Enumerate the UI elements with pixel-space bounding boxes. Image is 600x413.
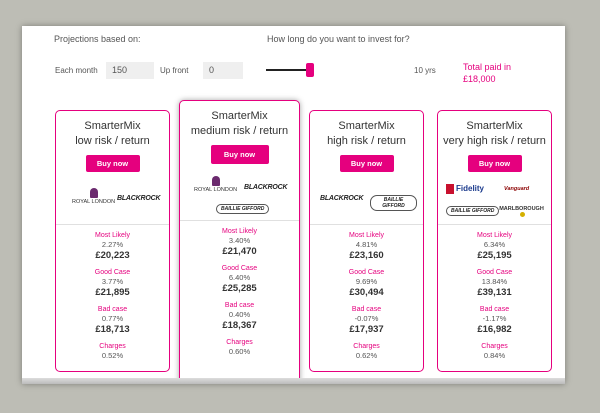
fund-card-low-risk: SmarterMix low risk / return Buy now ROY… xyxy=(55,110,170,372)
good-case-pct: 6.40% xyxy=(228,273,251,282)
card-subtitle: very high risk / return xyxy=(443,135,546,147)
card-title: SmarterMix xyxy=(84,120,141,132)
bad-case-label: Bad case xyxy=(479,306,510,313)
charges-label: Charges xyxy=(99,343,126,350)
good-case-label: Good Case xyxy=(221,265,258,272)
buy-now-button[interactable]: Buy now xyxy=(210,145,269,164)
bad-case-value: £18,713 xyxy=(95,324,130,335)
panel-bottom-edge xyxy=(22,378,565,384)
good-case-value: £39,131 xyxy=(477,287,512,298)
bad-case-label: Bad case xyxy=(224,302,255,309)
royal-london-logo: ROYAL LONDON xyxy=(194,176,237,193)
most-likely-label: Most Likely xyxy=(476,232,512,239)
good-case-value: £30,494 xyxy=(349,287,384,298)
fund-logos: Fidelity Vanguard BAILLIE GIFFORD MARLBO… xyxy=(444,178,545,224)
most-likely-value: £23,160 xyxy=(349,250,384,261)
fund-logos: ROYAL LONDON BLACKROCK BAILLIE GIFFORD xyxy=(186,170,293,220)
up-front-label: Up front xyxy=(160,66,189,75)
card-subtitle: high risk / return xyxy=(327,135,406,147)
good-case-value: £25,285 xyxy=(222,283,257,294)
projections-label: Projections based on: xyxy=(54,34,141,44)
most-likely-value: £20,223 xyxy=(95,250,130,261)
buy-now-button[interactable]: Buy now xyxy=(467,155,522,172)
most-likely-label: Most Likely xyxy=(348,232,384,239)
duration-slider-track[interactable] xyxy=(266,69,310,71)
bad-case-label: Bad case xyxy=(351,306,382,313)
most-likely-pct: 4.81% xyxy=(355,240,378,249)
bad-case-pct: -0.07% xyxy=(354,314,379,323)
card-subtitle: low risk / return xyxy=(75,135,150,147)
most-likely-pct: 2.27% xyxy=(101,240,124,249)
charges-pct: 0.62% xyxy=(355,351,378,360)
most-likely-pct: 3.40% xyxy=(228,236,251,245)
royal-london-logo: ROYAL LONDON xyxy=(72,188,115,205)
up-front-input[interactable]: 0 xyxy=(203,62,243,79)
charges-label: Charges xyxy=(481,343,508,350)
baillie-gifford-logo: BAILLIE GIFFORD xyxy=(446,206,500,216)
marlborough-logo: MARLBOROUGH xyxy=(498,206,545,219)
duration-slider-handle[interactable] xyxy=(306,63,314,77)
card-divider xyxy=(438,224,551,225)
duration-value: 10 yrs xyxy=(414,66,436,75)
fidelity-mark-icon xyxy=(446,184,454,194)
bad-case-pct: -1.17% xyxy=(482,314,507,323)
fund-card-high-risk: SmarterMix high risk / return Buy now BL… xyxy=(309,110,424,372)
royal-london-emblem-icon xyxy=(89,188,98,198)
card-title: SmarterMix xyxy=(211,110,268,122)
good-case-value: £21,895 xyxy=(95,287,130,298)
fund-logos: ROYAL LONDON BLACKROCK xyxy=(62,178,163,224)
bad-case-value: £18,367 xyxy=(222,320,257,331)
charges-pct: 0.60% xyxy=(228,347,251,356)
card-divider xyxy=(56,224,169,225)
buy-now-button[interactable]: Buy now xyxy=(339,155,394,172)
bad-case-value: £17,937 xyxy=(349,324,384,335)
card-divider xyxy=(180,220,299,221)
marlborough-mark-icon xyxy=(519,212,525,217)
blackrock-logo: BLACKROCK xyxy=(244,184,288,191)
bad-case-pct: 0.40% xyxy=(228,310,251,319)
bad-case-value: £16,982 xyxy=(477,324,512,335)
how-long-label: How long do you want to invest for? xyxy=(267,34,410,44)
charges-pct: 0.52% xyxy=(101,351,124,360)
card-divider xyxy=(310,224,423,225)
buy-now-button[interactable]: Buy now xyxy=(85,155,140,172)
total-paid-label: Total paid in xyxy=(463,62,512,72)
each-month-label: Each month xyxy=(55,66,98,75)
bad-case-label: Bad case xyxy=(97,306,128,313)
screenshot-frame: Projections based on: How long do you wa… xyxy=(0,0,600,413)
baillie-gifford-logo: BAILLIE GIFFORD xyxy=(370,195,417,211)
most-likely-pct: 6.34% xyxy=(483,240,506,249)
fund-logos: BLACKROCK BAILLIE GIFFORD xyxy=(316,178,417,224)
good-case-label: Good Case xyxy=(476,269,513,276)
good-case-pct: 9.69% xyxy=(355,277,378,286)
vanguard-logo: Vanguard xyxy=(504,186,530,192)
investment-projection-panel: Projections based on: How long do you wa… xyxy=(22,26,565,384)
total-paid-value: £18,000 xyxy=(463,74,496,84)
fund-card-medium-risk: SmarterMix medium risk / return Buy now … xyxy=(179,100,300,384)
card-title: SmarterMix xyxy=(338,120,395,132)
fidelity-logo: Fidelity xyxy=(446,184,484,194)
most-likely-value: £25,195 xyxy=(477,250,512,261)
card-title: SmarterMix xyxy=(466,120,523,132)
charges-label: Charges xyxy=(226,339,253,346)
each-month-input[interactable]: 150 xyxy=(106,62,154,79)
blackrock-logo: BLACKROCK xyxy=(117,195,161,202)
bad-case-pct: 0.77% xyxy=(101,314,124,323)
most-likely-label: Most Likely xyxy=(221,228,257,235)
good-case-label: Good Case xyxy=(94,269,131,276)
good-case-pct: 3.77% xyxy=(101,277,124,286)
blackrock-logo: BLACKROCK xyxy=(320,195,364,202)
card-subtitle: medium risk / return xyxy=(190,125,289,137)
charges-pct: 0.84% xyxy=(483,351,506,360)
baillie-gifford-logo: BAILLIE GIFFORD xyxy=(216,204,270,214)
royal-london-emblem-icon xyxy=(211,176,220,186)
charges-label: Charges xyxy=(353,343,380,350)
good-case-label: Good Case xyxy=(348,269,385,276)
most-likely-value: £21,470 xyxy=(222,246,257,257)
most-likely-label: Most Likely xyxy=(94,232,130,239)
total-paid: Total paid in £18,000 xyxy=(463,61,533,85)
fund-card-very-high-risk: SmarterMix very high risk / return Buy n… xyxy=(437,110,552,372)
good-case-pct: 13.84% xyxy=(481,277,508,286)
